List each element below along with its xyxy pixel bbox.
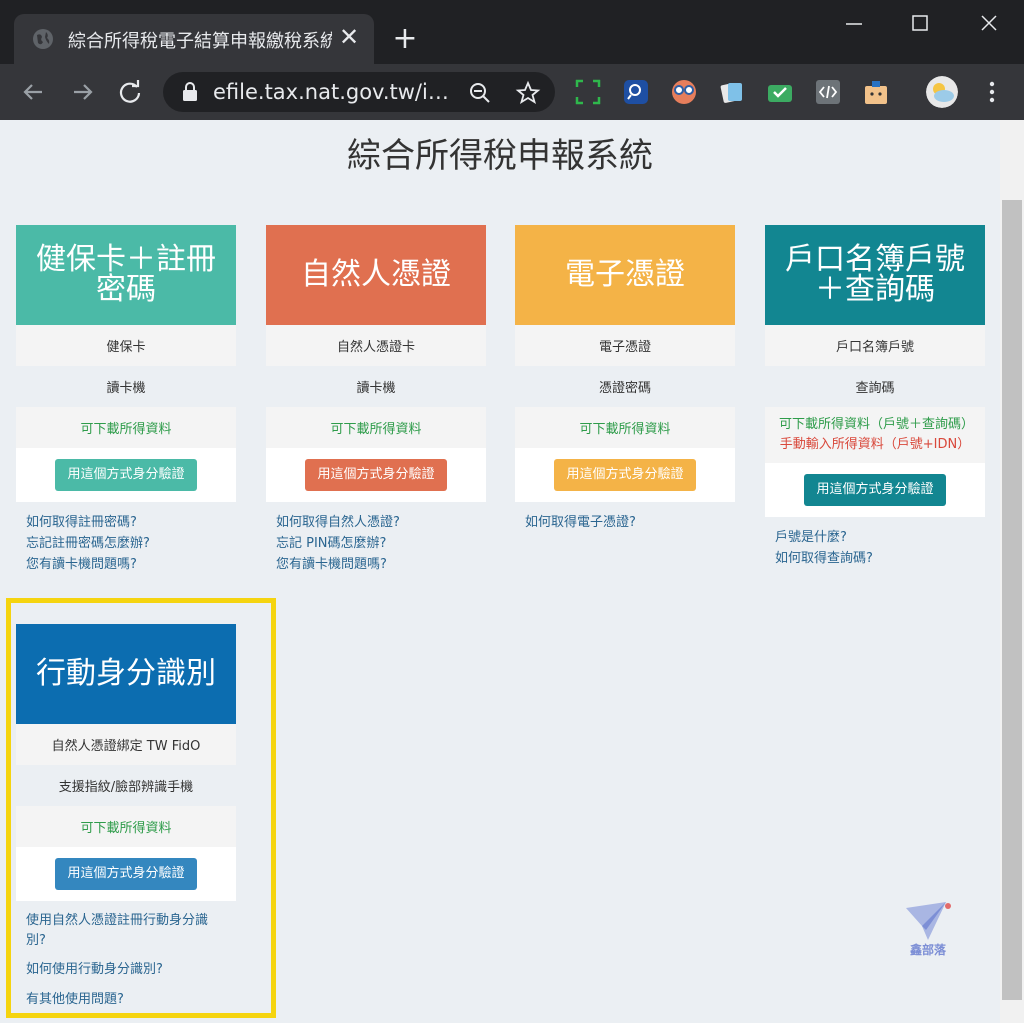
- card-button-row: 用這個方式身分驗證: [765, 463, 985, 517]
- maximize-icon[interactable]: [900, 10, 940, 38]
- help-link[interactable]: 忘記 PIN碼怎麼辦?: [276, 533, 486, 554]
- card-requirement: 讀卡機: [106, 381, 146, 396]
- scrollbar-thumb[interactable]: [1002, 200, 1022, 1000]
- help-link[interactable]: 您有讀卡機問題嗎?: [26, 554, 236, 575]
- card-title: 戶口名簿戶號＋查詢碼: [765, 225, 985, 325]
- card-manual-note: 手動輸入所得資料（戶號+IDN）: [779, 437, 971, 452]
- lock-icon[interactable]: [181, 82, 199, 102]
- face-extension-icon[interactable]: [670, 78, 698, 106]
- card-requirement: 戶口名簿戶號: [765, 325, 985, 366]
- mail-extension-icon[interactable]: [766, 78, 794, 106]
- menu-kebab-icon[interactable]: [978, 78, 1006, 106]
- page-title: 綜合所得稅申報系統: [347, 136, 653, 176]
- globe-icon: [33, 29, 53, 49]
- auth-card-nhi: 健保卡＋註冊密碼 健保卡 讀卡機 可下載所得資料 用這個方式身分驗證 如何取得註…: [16, 225, 236, 575]
- card-requirement: 查詢碼: [855, 381, 895, 396]
- card-requirement: 電子憑證: [515, 325, 735, 366]
- card-download-note: 可下載所得資料（戶號＋查詢碼）: [779, 417, 975, 432]
- card-download-note: 可下載所得資料: [515, 407, 735, 448]
- reload-icon[interactable]: [114, 76, 146, 108]
- verify-button-e-cert[interactable]: 用這個方式身分驗證: [554, 459, 696, 491]
- card-requirement: 讀卡機: [356, 381, 396, 396]
- new-tab-button[interactable]: +: [390, 22, 420, 56]
- card-button-row: 用這個方式身分驗證: [515, 448, 735, 502]
- close-window-icon[interactable]: [969, 10, 1009, 38]
- verify-button-citizen-cert[interactable]: 用這個方式身分驗證: [305, 459, 447, 491]
- help-link[interactable]: 如何取得電子憑證?: [525, 512, 735, 533]
- highlight-box: [6, 598, 276, 1018]
- help-link[interactable]: 忘記註冊密碼怎麼辦?: [26, 533, 236, 554]
- card-title: 健保卡＋註冊密碼: [16, 225, 236, 325]
- auth-card-e-cert: 電子憑證 電子憑證 憑證密碼 可下載所得資料 用這個方式身分驗證 如何取得電子憑…: [515, 225, 735, 533]
- card-title: 自然人憑證: [266, 225, 486, 325]
- card-requirement: 憑證密碼: [598, 381, 651, 396]
- help-link[interactable]: 您有讀卡機問題嗎?: [276, 554, 486, 575]
- watermark-label: 鑫部落: [909, 942, 947, 956]
- profile-avatar-icon[interactable]: [926, 76, 958, 108]
- address-bar[interactable]: efile.tax.nat.gov.tw/irx...: [163, 72, 555, 112]
- card-button-row: 用這個方式身分驗證: [266, 448, 486, 502]
- card-button-row: 用這個方式身分驗證: [16, 448, 236, 502]
- card-help-links: 如何取得自然人憑證? 忘記 PIN碼怎麼辦? 您有讀卡機問題嗎?: [266, 502, 486, 575]
- page-viewport: 綜合所得稅申報系統 健保卡＋註冊密碼 健保卡 讀卡機 可下載所得資料 用這個方式…: [0, 120, 1000, 1023]
- card-requirement: 自然人憑證卡: [266, 325, 486, 366]
- search-extension-icon[interactable]: [622, 78, 650, 106]
- auth-card-household: 戶口名簿戶號＋查詢碼 戶口名簿戶號 查詢碼 可下載所得資料（戶號＋查詢碼） 手動…: [765, 225, 985, 569]
- card-help-links: 如何取得註冊密碼? 忘記註冊密碼怎麼辦? 您有讀卡機問題嗎?: [16, 502, 236, 575]
- help-link[interactable]: 戶號是什麼?: [775, 527, 985, 548]
- verify-button-nhi[interactable]: 用這個方式身分驗證: [55, 459, 197, 491]
- browser-tab[interactable]: 綜合所得稅電子結算申報繳稅系統 ✕: [14, 14, 374, 64]
- minimize-icon[interactable]: [834, 10, 874, 38]
- cards-extension-icon[interactable]: [718, 78, 746, 106]
- url-text[interactable]: efile.tax.nat.gov.tw/irx...: [213, 80, 453, 104]
- verify-button-household[interactable]: 用這個方式身分驗證: [804, 474, 946, 506]
- card-help-links: 戶號是什麼? 如何取得查詢碼?: [765, 517, 985, 569]
- card-download-note: 可下載所得資料: [16, 407, 236, 448]
- code-extension-icon[interactable]: [814, 78, 842, 106]
- auth-card-citizen-cert: 自然人憑證 自然人憑證卡 讀卡機 可下載所得資料 用這個方式身分驗證 如何取得自…: [266, 225, 486, 575]
- bookmark-star-icon[interactable]: [515, 80, 541, 106]
- watermark-logo: 鑫部落: [906, 902, 951, 956]
- zoom-icon[interactable]: [467, 80, 493, 106]
- help-link[interactable]: 如何取得自然人憑證?: [276, 512, 486, 533]
- help-link[interactable]: 如何取得查詢碼?: [775, 548, 985, 569]
- screenshot-extension-icon[interactable]: [574, 78, 602, 106]
- back-icon[interactable]: [18, 76, 50, 108]
- forward-icon[interactable]: [66, 76, 98, 108]
- tab-title: 綜合所得稅電子結算申報繳稅系統: [68, 31, 332, 52]
- bag-extension-icon[interactable]: [862, 78, 890, 106]
- card-requirement: 健保卡: [16, 325, 236, 366]
- close-tab-icon[interactable]: ✕: [336, 23, 362, 51]
- browser-toolbar: efile.tax.nat.gov.tw/irx...: [0, 64, 1024, 120]
- card-title: 電子憑證: [515, 225, 735, 325]
- vertical-scrollbar[interactable]: [1000, 120, 1024, 1023]
- help-link[interactable]: 如何取得註冊密碼?: [26, 512, 236, 533]
- card-download-note: 可下載所得資料: [266, 407, 486, 448]
- card-notes: 可下載所得資料（戶號＋查詢碼） 手動輸入所得資料（戶號+IDN）: [765, 407, 985, 463]
- browser-title-bar: 綜合所得稅電子結算申報繳稅系統 ✕ +: [0, 0, 1024, 64]
- card-help-links: 如何取得電子憑證?: [515, 502, 735, 533]
